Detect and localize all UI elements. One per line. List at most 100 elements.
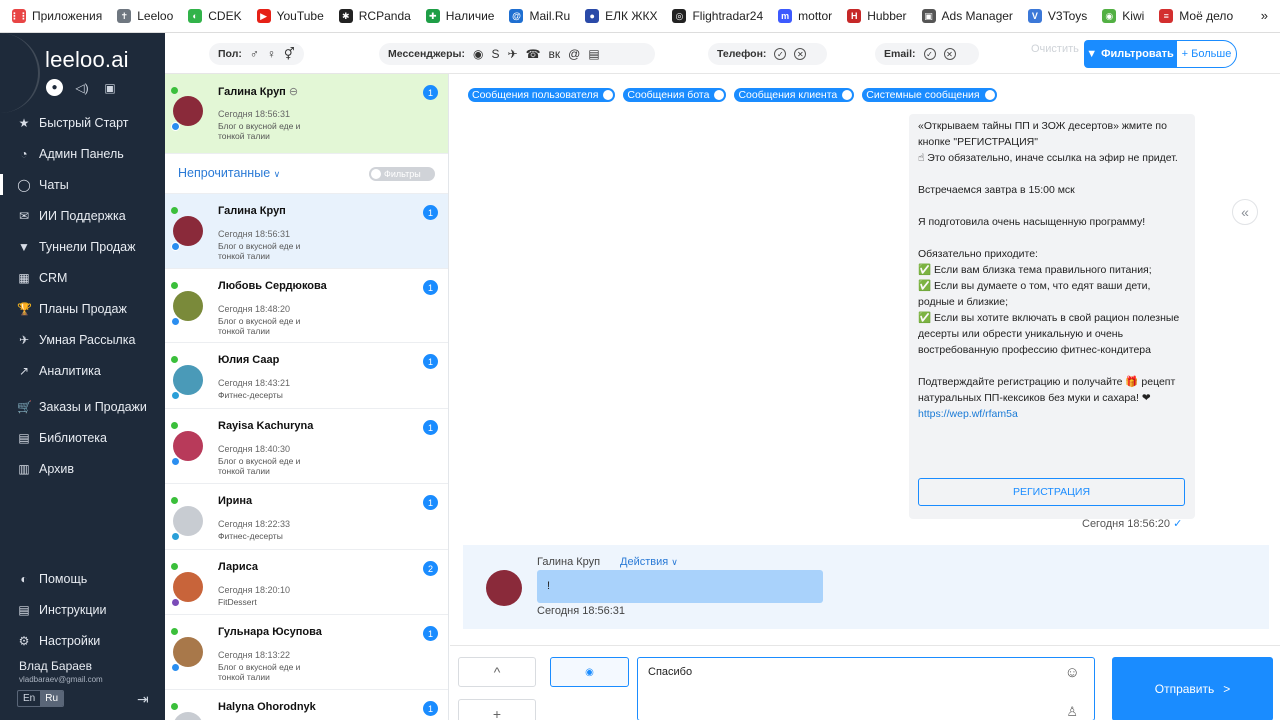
screen-icon[interactable]: ▣ [101,79,119,97]
chat-time: Сегодня 18:43:21 [218,378,291,388]
message-input[interactable]: Спасибо ☺ ♙ [637,657,1095,720]
preview-button[interactable]: ◉ [550,657,629,687]
sidebar-item-label: CRM [39,270,68,285]
nav-icon: ↗ [18,363,30,378]
actions-dropdown[interactable]: Действия ∨ [620,556,678,568]
sidebar-item[interactable]: ◯ Чаты [0,169,165,200]
register-button[interactable]: РЕГИСТРАЦИЯ [918,478,1185,506]
sidebar-item[interactable]: ▥ Архив [0,453,165,484]
bookmark-icon: V [1027,9,1042,23]
bookmark-item[interactable]: ▶ YouTube [256,9,324,23]
email-icon[interactable]: @ [568,47,580,61]
sound-icon[interactable]: ◁) [73,79,91,97]
chat-row[interactable]: Ирина Сегодня 18:22:33 Фитнес-десерты 1 [165,484,448,550]
chat-row[interactable]: Лариса Сегодня 18:20:10 FitDessert 2 [165,550,448,615]
more-button[interactable]: + Больше [1176,40,1237,68]
sidebar-item-label: Туннели Продаж [39,239,136,254]
unread-dropdown[interactable]: Непрочитанные ∨ [178,166,280,180]
sidebar-bottom-item[interactable]: ⚙ Настройки [0,625,165,656]
bookmark-item[interactable]: ◉ Kiwi [1102,9,1144,23]
message-type-toggle[interactable]: Сообщения бота [623,88,727,102]
chat-row[interactable]: Halyna Ohorodnyk 1 [165,690,448,720]
sidebar-item[interactable]: 🛒 Заказы и Продажи [0,391,165,422]
sidebar-item[interactable]: ↗ Аналитика [0,355,165,386]
sidebar-item[interactable]: ◔ Админ Панель [0,138,165,169]
message-type-toggle[interactable]: Сообщения клиента [734,88,855,102]
chat-row[interactable]: Rayisa Kachuryna Сегодня 18:40:30 Блог о в… [165,409,448,484]
bookmark-icon: ≡ [1159,9,1174,23]
email-yes-icon[interactable]: ✓ [923,48,936,60]
filters-toggle[interactable]: Фильтры [369,167,435,181]
bookmark-label: Моё дело [1179,9,1234,23]
unread-badge: 1 [423,354,438,369]
phone-filter: Телефон: ✓ ✕ [708,43,827,65]
female-icon[interactable]: ♀ [267,47,276,61]
message-type-toggle[interactable]: Сообщения пользователя [468,88,616,102]
bookmark-item[interactable]: ✝ Leeloo [117,9,173,23]
bookmark-item[interactable]: ✱ RCPanda [338,9,411,23]
bot-message-link[interactable]: https://wep.wf/rfam5a [918,408,1018,420]
lang-ru-button[interactable]: Ru [40,691,64,706]
user-icon[interactable]: ♙ [1066,704,1078,720]
chat-row[interactable]: Галина Круп Сегодня 18:56:31 Блог о вкусно… [165,194,448,269]
bookmark-item[interactable]: m mottor [778,9,832,23]
pinned-chat[interactable]: Галина Круп ⊖ Сегодня 18:56:31 Блог о вк… [165,74,448,154]
phone-yes-icon[interactable]: ✓ [774,48,787,60]
notification-icon[interactable]: ● [46,79,63,96]
clear-button[interactable]: Очистить [1031,43,1079,55]
sidebar-item[interactable]: ★ Быстрый Старт [0,107,165,138]
lang-en-button[interactable]: En [18,691,40,706]
emoji-icon[interactable]: ☺ [1065,664,1080,681]
collapse-icon[interactable]: « [1232,199,1258,225]
logout-icon[interactable]: ⇥ [137,691,149,708]
bookmark-item[interactable]: V V3Toys [1027,9,1087,23]
sidebar-bottom-item[interactable]: ◐ Помощь [0,563,165,594]
bookmark-label: Mail.Ru [529,9,571,23]
sidebar-item[interactable]: ▦ CRM [0,262,165,293]
scroll-up-button[interactable]: ^ [458,657,536,687]
bookmark-item[interactable]: H Hubber [847,9,907,23]
sidebar-bottom-item[interactable]: ▤ Инструкции [0,594,165,625]
sidebar-item[interactable]: 🏆 Планы Продаж [0,293,165,324]
chat-name: Галина Круп ⊖ [218,85,298,98]
email-label: Email: [884,48,916,60]
bot-message: «Открываем тайны ПП и ЗОЖ десертов» жмит… [909,114,1195,519]
messenger-icon[interactable]: ◉ [473,47,483,61]
bookmark-label: YouTube [276,9,324,23]
chat-name: Юлия Саар [218,354,280,366]
viber-icon[interactable]: ☎ [526,47,541,61]
sidebar-item[interactable]: ✉ ИИ Поддержка [0,200,165,231]
bookmark-item[interactable]: ✚ Наличие [425,9,494,23]
chat-row[interactable]: Любовь Сердюкова Сегодня 18:48:20 Блог о в… [165,269,448,343]
bookmark-item[interactable]: ◐ CDEK [188,9,242,23]
messenger-source-icon [171,663,180,672]
vk-icon[interactable]: вк [549,47,561,61]
sidebar-item[interactable]: ▤ Библиотека [0,422,165,453]
filter-button[interactable]: ▼ Фильтровать [1084,40,1176,68]
sidebar-item[interactable]: ▼ Туннели Продаж [0,231,165,262]
telegram-icon[interactable]: ✈ [508,47,518,61]
bookmark-item[interactable]: ● ЕЛК ЖКХ [585,9,657,23]
bookmark-item[interactable]: ≡ Моё дело [1159,9,1233,23]
message-type-toggle[interactable]: Системные сообщения [862,88,997,102]
chat-row[interactable]: Юлия Саар Сегодня 18:43:21 Фитнес-десерты 1 [165,343,448,409]
skype-icon[interactable]: S [491,47,499,61]
logo[interactable]: leeloo.ai [45,47,129,73]
male-icon[interactable]: ♂ [250,47,259,61]
email-no-icon[interactable]: ✕ [943,48,956,60]
chat-row[interactable]: Гульнара Юсупова Сегодня 18:13:22 Блог о в… [165,615,448,690]
bookmarks-more-icon[interactable]: » [1261,8,1268,23]
bookmark-item[interactable]: ▣ Ads Manager [921,9,1013,23]
bookmark-item[interactable]: @ Mail.Ru [509,9,570,23]
nav-icon: ▤ [18,430,30,445]
sms-icon[interactable]: ▤ [588,47,599,61]
bookmark-item[interactable]: ⋮⋮ Приложения [10,9,102,23]
phone-no-icon[interactable]: ✕ [794,48,807,60]
gender-any-icon[interactable]: ⚥ [284,47,295,61]
chat-name-text: Галина Круп [218,86,286,98]
attach-button[interactable]: + [458,699,536,720]
send-button[interactable]: Отправить > [1112,657,1273,720]
bookmark-item[interactable]: ◎ Flightradar24 [672,9,763,23]
bookmark-label: CDEK [208,9,242,23]
sidebar-item[interactable]: ✈ Умная Рассылка [0,324,165,355]
